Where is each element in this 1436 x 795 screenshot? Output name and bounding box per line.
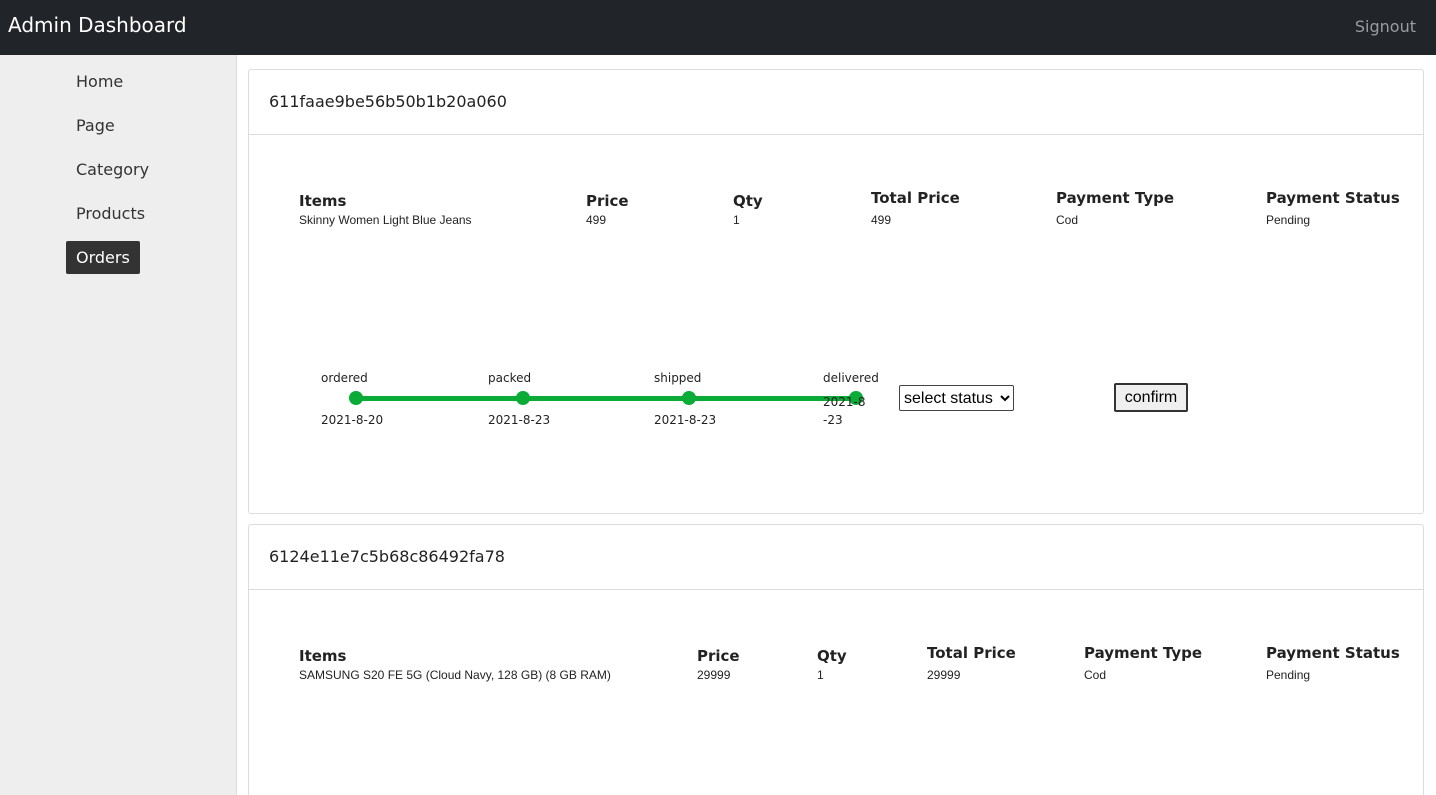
items-header: Items <box>299 192 347 210</box>
sidebar-item-category[interactable]: Category <box>66 153 159 186</box>
sidebar: Home Page Category Products Orders <box>0 55 237 795</box>
total-price-column: Total Price 29999 <box>927 644 1016 682</box>
step-ordered-dot <box>349 391 363 405</box>
total-price-header: Total Price <box>927 644 1016 662</box>
step-packed-label: packed <box>488 371 532 385</box>
payment-status-column: Payment Status Pending <box>1266 644 1400 682</box>
qty-value: 1 <box>817 668 824 682</box>
app-title[interactable]: Admin Dashboard <box>8 13 187 37</box>
sidebar-item-orders[interactable]: Orders <box>66 241 140 274</box>
step-delivered-label: delivered <box>823 371 879 385</box>
payment-status-header: Payment Status <box>1266 644 1400 662</box>
payment-type-column: Payment Type Cod <box>1084 644 1202 682</box>
status-select[interactable]: select status <box>899 385 1014 411</box>
payment-status-value: Pending <box>1266 213 1311 227</box>
order-card: 6124e11e7c5b68c86492fa78 Items SAMSUNG S… <box>248 524 1424 795</box>
order-id: 611faae9be56b50b1b20a060 <box>249 70 1423 135</box>
total-price-value: 29999 <box>927 668 961 682</box>
total-price-column: Total Price 499 <box>871 189 960 227</box>
qty-column: Qty 1 <box>817 647 847 682</box>
payment-type-value: Cod <box>1084 668 1107 682</box>
total-price-header: Total Price <box>871 189 960 207</box>
item-name: Skinny Women Light Blue Jeans <box>299 213 472 227</box>
price-column: Price 499 <box>586 192 629 227</box>
total-price-value: 499 <box>871 213 892 227</box>
order-card: 611faae9be56b50b1b20a060 Items Skinny Wo… <box>248 69 1424 514</box>
step-ordered-label: ordered <box>321 371 368 385</box>
step-ordered-date: 2021-8-20 <box>321 413 384 427</box>
qty-value: 1 <box>733 213 740 227</box>
payment-type-header: Payment Type <box>1056 189 1175 207</box>
step-packed-dot <box>516 391 530 405</box>
items-header: Items <box>299 647 347 665</box>
step-shipped-label: shipped <box>654 371 702 385</box>
sidebar-item-page[interactable]: Page <box>66 109 125 142</box>
item-name: SAMSUNG S20 FE 5G (Cloud Navy, 128 GB) (… <box>299 668 611 682</box>
payment-status-column: Payment Status Pending <box>1266 189 1400 227</box>
tracking-progress-bar <box>356 396 856 401</box>
qty-column: Qty 1 <box>733 192 763 227</box>
items-column: Items Skinny Women Light Blue Jeans <box>299 192 472 227</box>
step-delivered-date: 2021-8-23 <box>823 395 866 427</box>
payment-type-column: Payment Type Cod <box>1056 189 1174 227</box>
qty-header: Qty <box>817 647 847 665</box>
price-header: Price <box>697 647 740 665</box>
qty-header: Qty <box>733 192 763 210</box>
order-id: 6124e11e7c5b68c86492fa78 <box>249 525 1423 590</box>
step-shipped-dot <box>682 391 696 405</box>
payment-type-header: Payment Type <box>1084 644 1203 662</box>
price-value: 499 <box>586 213 607 227</box>
price-value: 29999 <box>697 668 731 682</box>
payment-type-value: Cod <box>1056 213 1079 227</box>
confirm-button[interactable]: confirm <box>1114 383 1188 412</box>
step-packed-date: 2021-8-23 <box>488 413 551 427</box>
top-navbar: Admin Dashboard Signout <box>0 0 1436 55</box>
sidebar-item-home[interactable]: Home <box>66 65 133 98</box>
price-column: Price 29999 <box>697 647 740 682</box>
items-column: Items SAMSUNG S20 FE 5G (Cloud Navy, 128… <box>299 647 611 682</box>
payment-status-header: Payment Status <box>1266 189 1400 207</box>
signout-link[interactable]: Signout <box>1355 17 1416 36</box>
step-shipped-date: 2021-8-23 <box>654 413 717 427</box>
sidebar-item-products[interactable]: Products <box>66 197 155 230</box>
main-content: 611faae9be56b50b1b20a060 Items Skinny Wo… <box>237 55 1436 795</box>
payment-status-value: Pending <box>1266 668 1311 682</box>
price-header: Price <box>586 192 629 210</box>
